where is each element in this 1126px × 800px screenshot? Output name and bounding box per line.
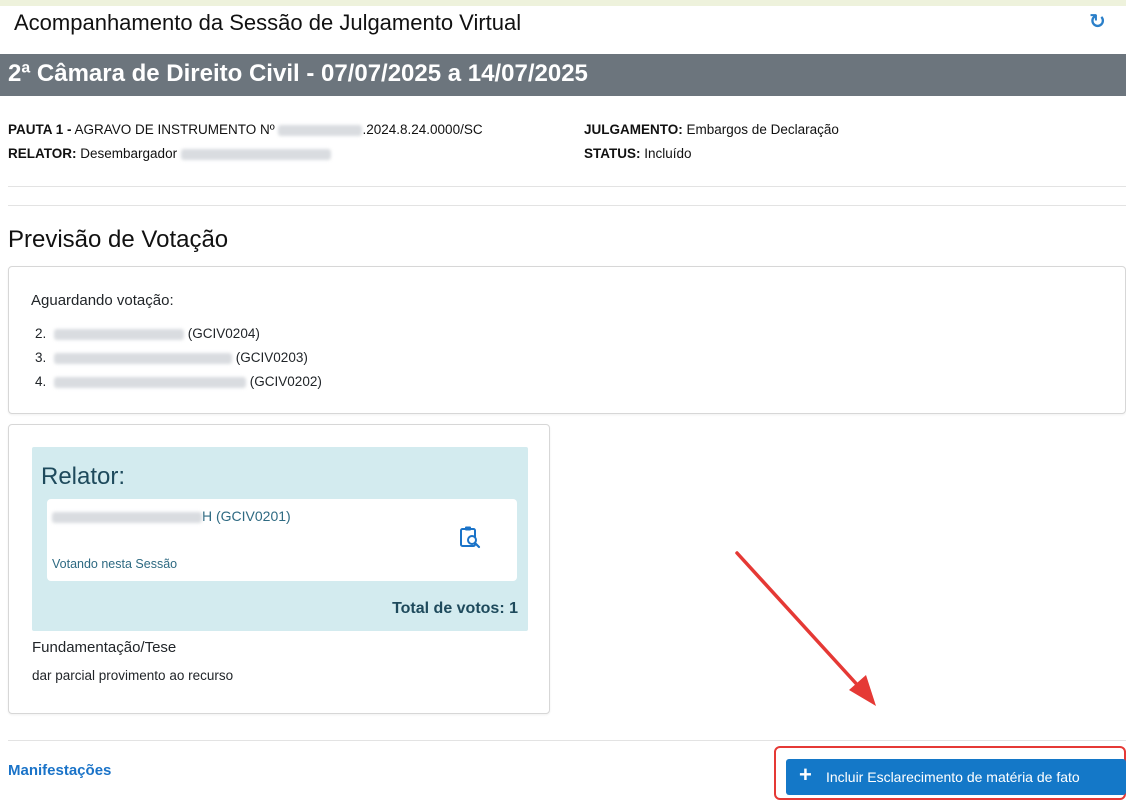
page: Acompanhamento da Sessão de Julgamento V…	[0, 0, 1126, 800]
page-title: Acompanhamento da Sessão de Julgamento V…	[14, 10, 522, 35]
clipboard-search-icon[interactable]	[459, 525, 481, 554]
relator-value: Desembargador	[80, 146, 178, 161]
redacted-name	[54, 352, 233, 364]
list-item: 2. (GCIV0204)	[35, 326, 260, 341]
section-title: Previsão de Votação	[8, 226, 229, 253]
session-band: 2ª Câmara de Direito Civil - 07/07/2025 …	[0, 54, 1126, 96]
redacted-name	[54, 328, 185, 340]
relator-title: Relator:	[41, 463, 126, 490]
fundamentacao-text: dar parcial provimento ao recurso	[32, 668, 234, 683]
relator-vote-card: H (GCIV0201) Votando nesta Sessão	[47, 499, 517, 581]
divider	[8, 186, 1126, 187]
refresh-icon[interactable]: ↻	[1089, 9, 1106, 34]
redacted-relator-name	[180, 148, 331, 160]
list-item: 3. (GCIV0203)	[35, 350, 308, 365]
total-votes: Total de votos: 1	[392, 600, 518, 617]
manifestacoes-link[interactable]: Manifestações	[8, 762, 111, 779]
relator-box: Relator: H (GCIV0201) Votando nesta Sess…	[32, 447, 528, 631]
awaiting-card: Aguardando votação: 2. (GCIV0204) 3. (GC…	[8, 266, 1126, 414]
relator-status: Votando nesta Sessão	[52, 557, 178, 571]
fundamentacao-title: Fundamentação/Tese	[32, 639, 177, 656]
relator-name: H (GCIV0201)	[52, 508, 291, 524]
status-value: Incluído	[644, 146, 692, 161]
awaiting-title: Aguardando votação:	[31, 292, 174, 309]
top-strip	[0, 0, 1126, 6]
divider	[8, 740, 1126, 741]
button-label: Incluir Esclarecimento de matéria de fat…	[826, 769, 1080, 785]
list-item: 4. (GCIV0202)	[35, 374, 322, 389]
julgamento-label: JULGAMENTO:	[584, 122, 683, 137]
plus-icon: +	[799, 762, 812, 787]
pauta-line: PAUTA 1 - AGRAVO DE INSTRUMENTO Nº .2024…	[8, 122, 483, 137]
status-line: STATUS: Incluído	[584, 146, 692, 161]
redacted-process-number	[278, 124, 363, 136]
pauta-label: PAUTA 1 -	[8, 122, 72, 137]
relator-label: RELATOR:	[8, 146, 77, 161]
awaiting-list: 2. (GCIV0204) 3. (GCIV0203) 4. (GCIV0202…	[35, 322, 322, 394]
divider	[8, 205, 1126, 206]
redacted-name	[54, 376, 247, 388]
julgamento-value: Embargos de Declaração	[686, 122, 839, 137]
process-prefix: AGRAVO DE INSTRUMENTO Nº	[74, 122, 275, 137]
julgamento-line: JULGAMENTO: Embargos de Declaração	[584, 122, 839, 137]
incluir-esclarecimento-button[interactable]: + Incluir Esclarecimento de matéria de fa…	[786, 759, 1126, 795]
relator-card: Relator: H (GCIV0201) Votando nesta Sess…	[8, 424, 550, 714]
redacted-name	[52, 511, 202, 523]
status-label: STATUS:	[584, 146, 641, 161]
relator-line: RELATOR: Desembargador	[8, 146, 331, 161]
process-suffix: .2024.8.24.0000/SC	[362, 122, 483, 137]
